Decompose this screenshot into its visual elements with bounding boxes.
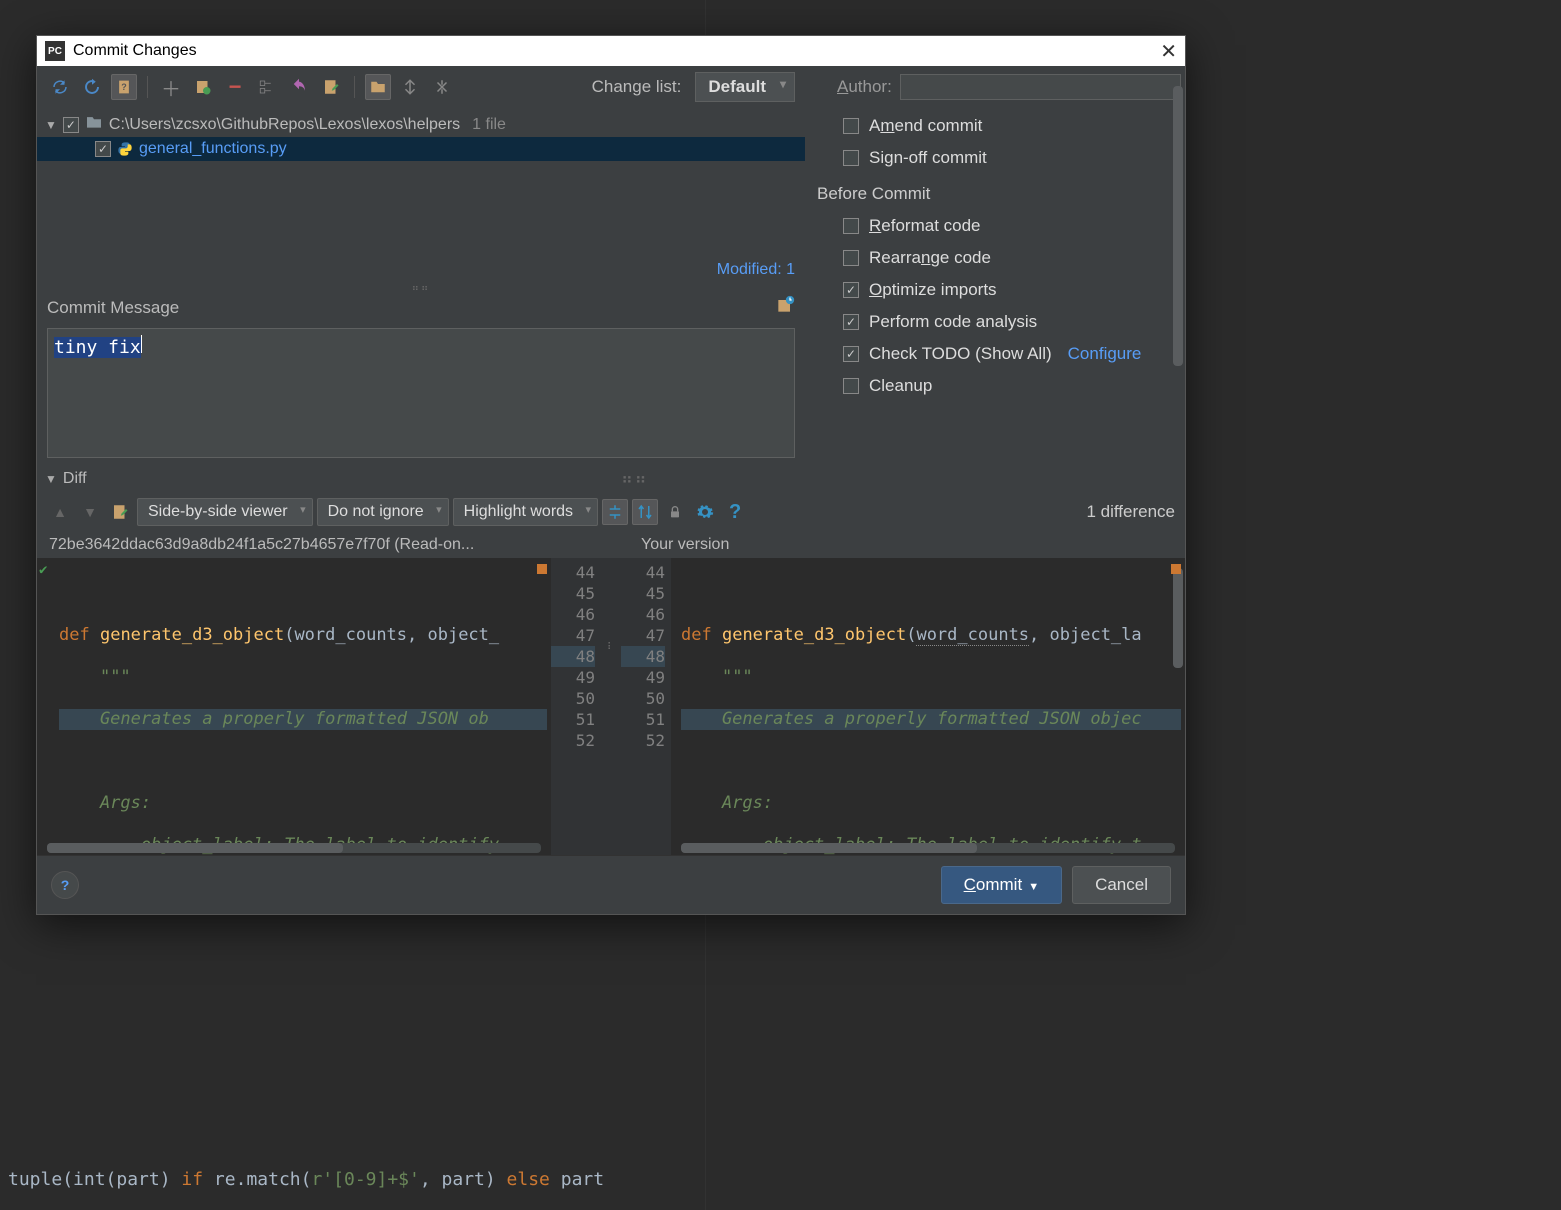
group-by-dir-icon[interactable]: [365, 74, 391, 100]
add-icon[interactable]: ＋: [158, 74, 184, 100]
signoff-label: Sign-off commit: [869, 148, 987, 168]
chevron-down-icon[interactable]: ▼: [45, 118, 57, 132]
author-input[interactable]: [900, 74, 1181, 100]
next-diff-icon[interactable]: ▼: [77, 499, 103, 525]
help-button[interactable]: ?: [51, 871, 79, 899]
highlight-select[interactable]: Highlight words: [453, 498, 598, 526]
dialog-title: Commit Changes: [73, 42, 197, 60]
tree-folder-row[interactable]: ▼ C:\Users\zcsxo\GithubRepos\Lexos\lexos…: [37, 112, 805, 137]
diff-collapse-chevron[interactable]: ▼: [45, 472, 57, 486]
app-icon: PC: [45, 41, 65, 61]
signoff-checkbox[interactable]: [843, 150, 859, 166]
svg-text:?: ?: [121, 82, 127, 92]
diff-toolbar: ▲ ▼ Side-by-side viewer Do not ignore Hi…: [37, 492, 1185, 532]
diff-drag-handle[interactable]: ⠶⠶: [93, 469, 1177, 489]
tree-file-row[interactable]: general_functions.py: [37, 137, 805, 161]
python-file-icon: [117, 141, 133, 157]
sync-scroll-icon[interactable]: [632, 499, 658, 525]
collapse-icon[interactable]: [429, 74, 455, 100]
optimize-checkbox[interactable]: [843, 282, 859, 298]
diff-count: 1 difference: [1086, 502, 1175, 522]
background-code: tuple(int(part) if re.match(r'[0-9]+$', …: [8, 1169, 604, 1190]
folder-icon: [85, 115, 103, 134]
reformat-label: Reformat code: [869, 216, 981, 236]
drag-handle[interactable]: ⠶⠶: [37, 283, 805, 291]
changelist-select[interactable]: Default: [695, 72, 795, 102]
collapse-unchanged-icon[interactable]: [602, 499, 628, 525]
rearrange-checkbox[interactable]: [843, 250, 859, 266]
amend-checkbox[interactable]: [843, 118, 859, 134]
changes-toolbar: ? ＋ − Change list: Default: [37, 66, 805, 108]
author-label: Author:: [837, 77, 892, 97]
show-diff-icon[interactable]: ?: [111, 74, 137, 100]
rollback-icon[interactable]: [286, 74, 312, 100]
right-hscroll[interactable]: [681, 843, 1175, 853]
close-icon[interactable]: ✕: [1160, 39, 1177, 64]
ok-marker-icon: ✔: [39, 562, 47, 578]
diff-view: ✔ def generate_d3_object(word_counts, ob…: [37, 558, 1185, 855]
diff-splitter[interactable]: ⠇: [601, 558, 621, 855]
modified-count: Modified: 1: [37, 257, 805, 283]
right-vscroll[interactable]: [1173, 568, 1183, 668]
prev-diff-icon[interactable]: ▲: [47, 499, 73, 525]
folder-checkbox[interactable]: [63, 117, 79, 133]
cleanup-label: Cleanup: [869, 376, 932, 396]
help-diff-icon[interactable]: ?: [722, 499, 748, 525]
todo-checkbox[interactable]: [843, 346, 859, 362]
lock-icon[interactable]: [662, 499, 688, 525]
group-icon[interactable]: [254, 74, 280, 100]
left-line-numbers: 44 45 46 47 48 49 50 51 52: [551, 558, 601, 855]
folder-path: C:\Users\zcsxo\GithubRepos\Lexos\lexos\h…: [109, 116, 460, 134]
remove-icon[interactable]: −: [222, 74, 248, 100]
rearrange-label: Rearrange code: [869, 248, 991, 268]
commit-message-label: Commit Message: [47, 298, 179, 318]
edit-diff-icon[interactable]: [107, 499, 133, 525]
diff-left-header: 72be3642ddac63d9a8db24f1a5c27b4657e7f70f…: [49, 536, 581, 554]
configure-link[interactable]: Configure: [1068, 344, 1142, 364]
change-marker-right: [1171, 564, 1181, 574]
analysis-checkbox[interactable]: [843, 314, 859, 330]
diff-right-header: Your version: [581, 536, 1173, 554]
optimize-label: Optimize imports: [869, 280, 997, 300]
file-name[interactable]: general_functions.py: [139, 140, 287, 158]
options-panel: Author: Amend commit Sign-off commit Bef…: [805, 66, 1185, 466]
cancel-button[interactable]: Cancel: [1072, 866, 1171, 904]
file-count: 1 file: [472, 116, 506, 134]
gear-icon[interactable]: [692, 499, 718, 525]
todo-label: Check TODO (Show All): [869, 344, 1052, 364]
file-checkbox[interactable]: [95, 141, 111, 157]
commit-button[interactable]: Commit▼: [941, 866, 1062, 904]
analysis-label: Perform code analysis: [869, 312, 1037, 332]
left-hscroll[interactable]: [47, 843, 541, 853]
change-marker: [537, 564, 547, 574]
changes-tree: ▼ C:\Users\zcsxo\GithubRepos\Lexos\lexos…: [37, 108, 805, 165]
history-icon[interactable]: [775, 295, 795, 320]
sync-icon[interactable]: [79, 74, 105, 100]
cleanup-checkbox[interactable]: [843, 378, 859, 394]
diff-label: Diff: [63, 470, 87, 488]
commit-message-input[interactable]: tiny fix: [47, 328, 795, 458]
ignore-select[interactable]: Do not ignore: [317, 498, 449, 526]
expand-icon[interactable]: [397, 74, 423, 100]
dialog-footer: ? Commit▼ Cancel: [37, 855, 1185, 914]
before-commit-label: Before Commit: [813, 174, 1181, 210]
edit-source-icon[interactable]: [318, 74, 344, 100]
move-changelist-icon[interactable]: [190, 74, 216, 100]
amend-label: Amend commit: [869, 116, 982, 136]
options-scrollbar[interactable]: [1173, 86, 1183, 366]
reformat-checkbox[interactable]: [843, 218, 859, 234]
viewer-mode-select[interactable]: Side-by-side viewer: [137, 498, 313, 526]
diff-right-pane[interactable]: def generate_d3_object(word_counts, obje…: [671, 558, 1185, 855]
diff-left-pane[interactable]: ✔ def generate_d3_object(word_counts, ob…: [37, 558, 551, 855]
changelist-label: Change list:: [592, 77, 682, 97]
titlebar: PC Commit Changes ✕: [37, 36, 1185, 66]
commit-dialog: PC Commit Changes ✕ ? ＋ −: [36, 35, 1186, 915]
right-line-numbers: 44 45 46 47 48 49 50 51 52: [621, 558, 671, 855]
refresh-icon[interactable]: [47, 74, 73, 100]
